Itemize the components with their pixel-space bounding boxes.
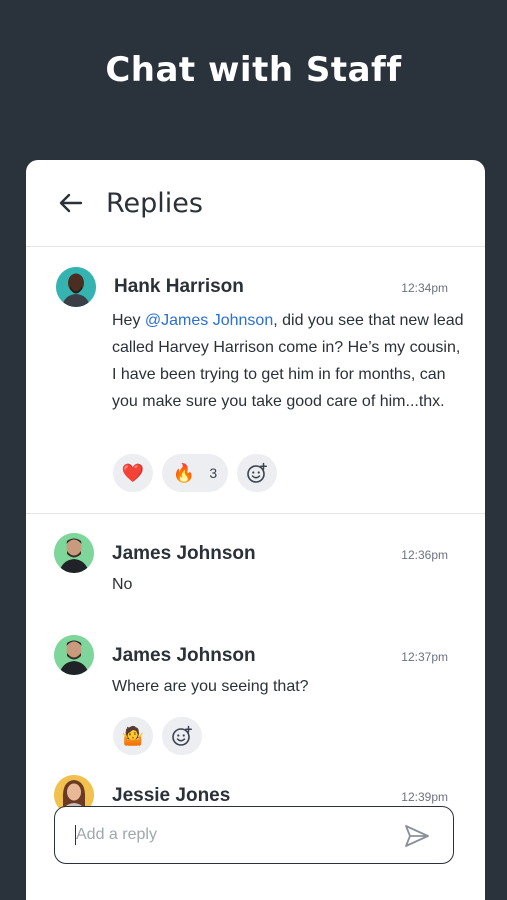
send-icon (405, 825, 429, 847)
back-button[interactable] (58, 189, 86, 217)
message-author: James Johnson (112, 543, 256, 564)
send-button[interactable] (403, 822, 431, 850)
reply-input[interactable] (76, 820, 386, 850)
heart-emoji: ❤️ (121, 462, 145, 483)
message-text: Where are you seeing that? (112, 678, 309, 695)
message-author: Hank Harrison (114, 276, 244, 297)
message-timestamp: 12:37pm (401, 650, 448, 664)
avatar[interactable] (56, 267, 96, 307)
arrow-left-icon (59, 193, 83, 213)
fire-emoji: 🔥 (172, 462, 196, 483)
mention-link[interactable]: @James Johnson (145, 312, 273, 329)
message-text: No (112, 576, 133, 593)
add-reaction-button[interactable] (162, 717, 202, 755)
message-author: Jessie Jones (112, 785, 231, 806)
avatar[interactable] (54, 635, 94, 675)
divider (26, 513, 485, 514)
shrug-emoji: 🤷 (121, 725, 145, 746)
add-emoji-icon (172, 725, 192, 746)
promo-title: Chat with Staff (105, 50, 402, 90)
avatar-james-image (54, 533, 94, 573)
reply-composer (54, 806, 454, 864)
reaction-shrug[interactable]: 🤷 (113, 717, 153, 755)
message-author: James Johnson (112, 645, 256, 666)
replies-header: Replies (26, 160, 485, 247)
avatar-hank-image (56, 267, 96, 307)
add-emoji-icon (247, 462, 267, 483)
avatar[interactable] (54, 533, 94, 573)
message-text-prefix: Hey (112, 312, 145, 329)
page-title: Replies (106, 187, 203, 219)
message-timestamp: 12:39pm (401, 790, 448, 804)
message-timestamp: 12:36pm (401, 548, 448, 562)
add-reaction-button[interactable] (237, 454, 277, 492)
message-timestamp: 12:34pm (401, 281, 448, 295)
avatar-james-image (54, 635, 94, 675)
replies-card: Replies Hank Harrison 12:34pm Hey @James… (26, 160, 485, 900)
reaction-heart[interactable]: ❤️ (113, 454, 153, 492)
reaction-count: 3 (209, 465, 218, 481)
message-text: Hey @James Johnson, did you see that new… (112, 307, 464, 415)
reaction-fire[interactable]: 🔥 3 (162, 454, 228, 492)
